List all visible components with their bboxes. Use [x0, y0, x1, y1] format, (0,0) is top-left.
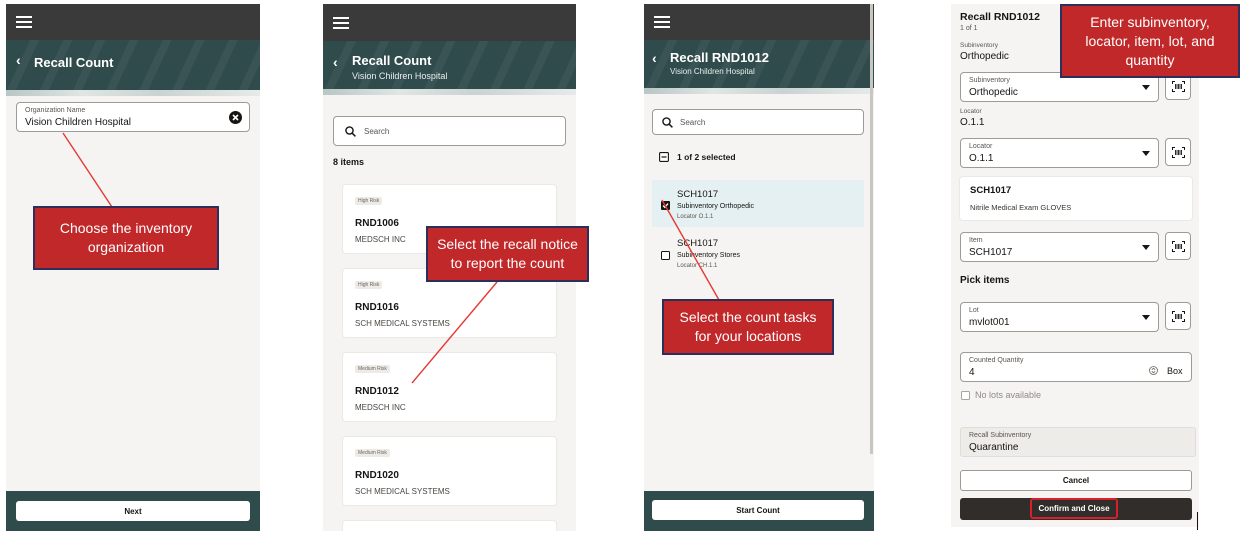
arrow-line: [661, 199, 720, 301]
callout-choose-organization: Choose the inventory organization: [33, 206, 219, 270]
arrow-line: [62, 132, 113, 208]
callout-select-recall: Select the recall notice to report the c…: [426, 226, 589, 282]
callout-select-tasks: Select the count tasks for your location…: [662, 299, 834, 355]
arrow-line: [411, 281, 498, 384]
callout-enter-details: Enter subinventory, locator, item, lot, …: [1060, 4, 1240, 78]
